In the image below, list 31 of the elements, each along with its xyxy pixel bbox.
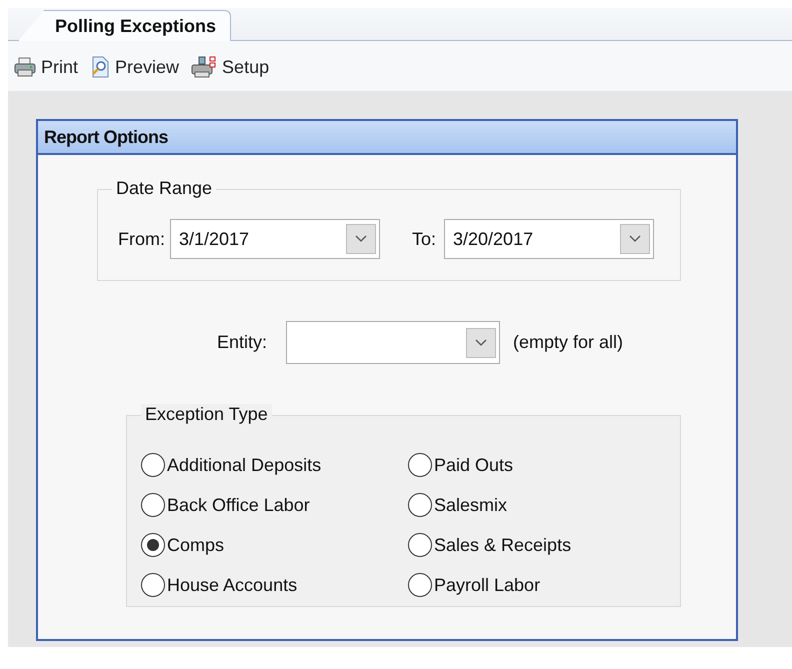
radio-button[interactable]	[408, 453, 432, 477]
radio-button[interactable]	[141, 573, 165, 597]
field-label: From:	[118, 228, 165, 250]
radio-button[interactable]	[141, 493, 165, 517]
preview-button[interactable]: Preview	[88, 56, 182, 78]
group-label: Exception Type	[141, 404, 272, 425]
date-picker[interactable]: 3/1/2017	[170, 219, 380, 259]
radio-button[interactable]	[408, 493, 432, 517]
radio-button[interactable]	[141, 453, 165, 477]
radio-option[interactable]: Comps	[141, 525, 408, 565]
setup-button[interactable]: Setup	[189, 56, 272, 78]
radio-option[interactable]: Sales & Receipts	[408, 525, 668, 565]
radio-option[interactable]: Back Office Labor	[141, 485, 408, 525]
print-button[interactable]: Print	[12, 56, 80, 78]
radio-option[interactable]: Additional Deposits	[141, 445, 408, 485]
field-label: To:	[412, 228, 436, 250]
radio-option[interactable]: Salesmix	[408, 485, 668, 525]
hint-text: (empty for all)	[513, 332, 624, 353]
radio-button[interactable]	[408, 533, 432, 557]
radio-option[interactable]: House Accounts	[141, 565, 408, 605]
radio-option[interactable]: Payroll Labor	[408, 565, 668, 605]
field-label: Entity:	[217, 332, 268, 353]
panel-header: Report Options	[38, 121, 736, 155]
printer-icon	[14, 57, 36, 77]
date-picker[interactable]: 3/20/2017	[444, 219, 654, 259]
radio-option[interactable]: Paid Outs	[408, 445, 668, 485]
magnifier-page-icon	[90, 56, 110, 78]
printer-settings-icon	[191, 56, 218, 78]
tab[interactable]: Polling Exceptions	[18, 10, 232, 41]
radio-button[interactable]	[408, 573, 432, 597]
radio-button[interactable]	[141, 533, 165, 557]
